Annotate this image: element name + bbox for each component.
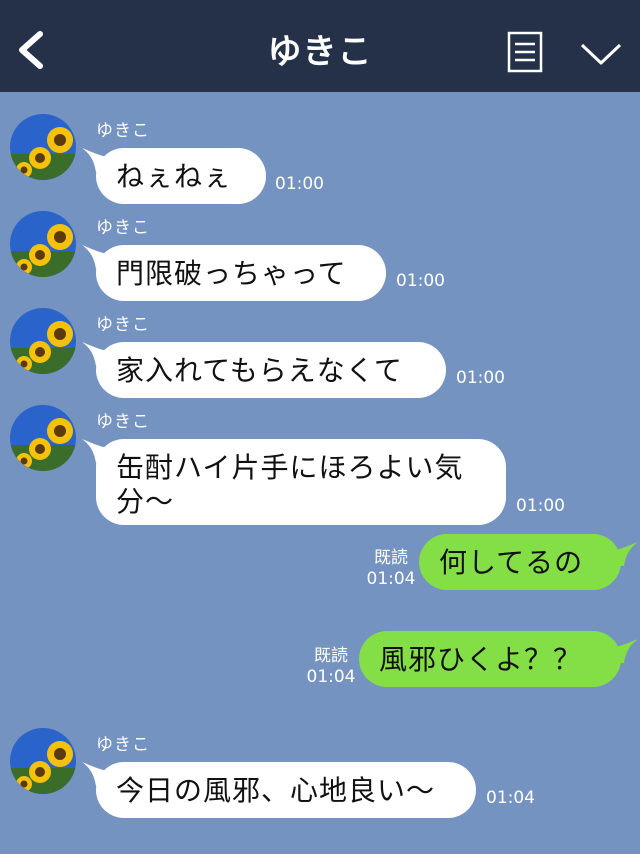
timestamp: 01:04 bbox=[366, 569, 416, 589]
chat-header: ゆきこ bbox=[0, 0, 640, 92]
chat-title: ゆきこ bbox=[267, 32, 373, 72]
timestamp: 01:04 bbox=[306, 667, 356, 687]
message-bubble[interactable]: 風邪ひくよ？？ bbox=[359, 631, 621, 687]
timestamp: 01:04 bbox=[486, 788, 535, 808]
message-text: 今日の風邪、心地良い〜 bbox=[116, 774, 436, 807]
message-text: 家入れてもらえなくて bbox=[116, 354, 403, 387]
sender-name: ゆきこ bbox=[96, 412, 150, 432]
timestamp: 01:00 bbox=[275, 174, 324, 194]
timestamp: 01:00 bbox=[516, 496, 565, 516]
message-text: 何してるの bbox=[439, 546, 584, 579]
message-text-line: 缶酎ハイ片手にほろよい気 bbox=[116, 451, 464, 484]
timestamp: 01:00 bbox=[396, 271, 445, 291]
read-label: 既読 bbox=[374, 548, 408, 568]
sender-name: ゆきこ bbox=[96, 315, 150, 335]
message-bubble[interactable]: 門限破っちゃって bbox=[96, 245, 386, 301]
timestamp: 01:00 bbox=[456, 368, 505, 388]
avatar[interactable] bbox=[10, 405, 76, 471]
avatar[interactable] bbox=[10, 308, 76, 374]
message-bubble[interactable]: 何してるの bbox=[419, 534, 621, 590]
bubble-tail bbox=[606, 639, 638, 663]
message-text-line: 分〜 bbox=[116, 485, 175, 518]
message-text: 風邪ひくよ？？ bbox=[379, 643, 583, 676]
sender-name: ゆきこ bbox=[96, 735, 150, 755]
chevron-down-icon[interactable] bbox=[580, 42, 622, 66]
sender-name: ゆきこ bbox=[96, 218, 150, 238]
message-bubble[interactable]: 缶酎ハイ片手にほろよい気 分〜 bbox=[96, 439, 506, 525]
read-label: 既読 bbox=[314, 646, 348, 666]
bubble-tail bbox=[606, 542, 638, 566]
message-text: ねぇねぇ bbox=[116, 160, 233, 193]
message-bubble[interactable]: 家入れてもらえなくて bbox=[96, 342, 446, 398]
list-icon[interactable] bbox=[507, 31, 543, 73]
avatar[interactable] bbox=[10, 114, 76, 180]
read-receipt: 既読 01:04 bbox=[366, 548, 416, 590]
avatar[interactable] bbox=[10, 728, 76, 794]
sender-name: ゆきこ bbox=[96, 121, 150, 141]
message-text: 門限破っちゃって bbox=[116, 257, 347, 290]
message-bubble[interactable]: 今日の風邪、心地良い〜 bbox=[96, 762, 476, 818]
avatar[interactable] bbox=[10, 211, 76, 277]
message-bubble[interactable]: ねぇねぇ bbox=[96, 148, 266, 204]
read-receipt: 既読 01:04 bbox=[305, 646, 357, 688]
